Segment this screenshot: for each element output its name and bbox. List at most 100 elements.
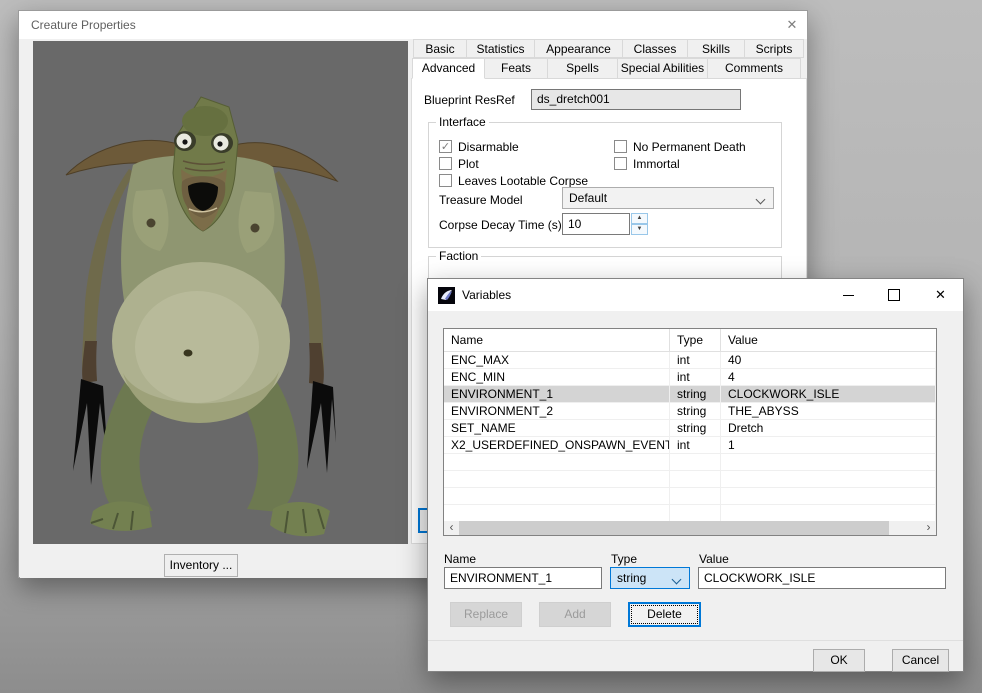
tab-classes[interactable]: Classes — [623, 39, 688, 58]
tab-scripts[interactable]: Scripts — [745, 39, 804, 58]
variables-window: Variables ✕ Name Type Value ENC_MAXint40… — [427, 278, 964, 672]
cell-type: string — [670, 386, 721, 402]
faction-group-label: Faction — [436, 249, 481, 263]
table-row-empty — [444, 505, 936, 522]
checkbox-col-2: No Permanent Death Immortal — [614, 138, 746, 172]
add-button[interactable]: Add — [539, 602, 611, 627]
checkbox-label: Immortal — [633, 157, 680, 171]
checkbox-immortal[interactable]: Immortal — [614, 155, 746, 172]
type-dropdown[interactable]: string — [610, 567, 690, 589]
treasure-model-value: Default — [569, 191, 607, 205]
table-row[interactable]: ENVIRONMENT_2stringTHE_ABYSS — [444, 403, 936, 420]
variables-table-body: ENC_MAXint40ENC_MINint4ENVIRONMENT_1stri… — [444, 352, 936, 522]
scrollbar-thumb[interactable] — [459, 521, 889, 535]
cell-value: THE_ABYSS — [721, 403, 936, 419]
type-field-label: Type — [611, 552, 637, 566]
cell-type: int — [670, 437, 721, 453]
variables-table[interactable]: Name Type Value ENC_MAXint40ENC_MINint4E… — [443, 328, 937, 536]
checkbox-no-permanent-death[interactable]: No Permanent Death — [614, 138, 746, 155]
close-icon[interactable]: ✕ — [783, 16, 801, 34]
checkbox-label: Leaves Lootable Corpse — [458, 174, 588, 188]
cell-value — [721, 488, 936, 504]
replace-button[interactable]: Replace — [450, 602, 522, 627]
close-icon: ✕ — [918, 279, 963, 311]
table-row[interactable]: SET_NAMEstringDretch — [444, 420, 936, 437]
inventory-button[interactable]: Inventory ... — [164, 554, 238, 577]
tab-spells[interactable]: Spells — [548, 58, 618, 79]
checkbox-box[interactable] — [439, 174, 452, 187]
minimize-icon — [843, 295, 854, 296]
tab-advanced[interactable]: Advanced — [412, 58, 485, 79]
cell-name — [444, 505, 670, 521]
checkbox-box[interactable] — [439, 157, 452, 170]
cell-type — [670, 454, 721, 470]
checkbox-box[interactable] — [614, 157, 627, 170]
scroll-left-icon[interactable]: ‹ — [444, 521, 459, 535]
minimize-button[interactable] — [826, 279, 871, 311]
tab-feats[interactable]: Feats — [485, 58, 548, 79]
blueprint-resref-field[interactable]: ds_dretch001 — [531, 89, 741, 110]
corpse-decay-spinner: ▲ ▼ — [631, 213, 648, 235]
checkbox-box[interactable]: ✓ — [439, 140, 452, 153]
footer-separator — [428, 640, 963, 641]
cell-type — [670, 488, 721, 504]
table-row-empty — [444, 471, 936, 488]
ok-button[interactable]: OK — [813, 649, 865, 672]
variables-titlebar[interactable]: Variables ✕ — [428, 279, 963, 311]
maximize-button[interactable] — [872, 279, 917, 311]
cell-value: CLOCKWORK_ISLE — [721, 386, 936, 402]
corpse-decay-input[interactable]: 10 — [562, 213, 630, 235]
table-row[interactable]: ENC_MINint4 — [444, 369, 936, 386]
checkbox-disarmable[interactable]: ✓Disarmable — [439, 138, 588, 155]
name-input[interactable]: ENVIRONMENT_1 — [444, 567, 602, 589]
tab-basic[interactable]: Basic — [413, 39, 467, 58]
table-row-empty — [444, 488, 936, 505]
window-title: Creature Properties — [31, 18, 136, 32]
cell-value: 1 — [721, 437, 936, 453]
column-header-value[interactable]: Value — [721, 329, 936, 351]
checkbox-col-1: ✓DisarmablePlot Leaves Lootable Corpse — [439, 138, 588, 189]
table-row[interactable]: ENC_MAXint40 — [444, 352, 936, 369]
creature-model-preview[interactable] — [33, 41, 408, 544]
cell-type: string — [670, 420, 721, 436]
checkbox-plot[interactable]: Plot — [439, 155, 588, 172]
corpse-decay-label: Corpse Decay Time (s) — [439, 218, 562, 232]
value-input[interactable]: CLOCKWORK_ISLE — [698, 567, 946, 589]
close-button[interactable]: ✕ — [918, 279, 963, 311]
checkbox-label: No Permanent Death — [633, 140, 746, 154]
name-field-label: Name — [444, 552, 476, 566]
tab-skills[interactable]: Skills — [688, 39, 745, 58]
horizontal-scrollbar[interactable]: ‹ › — [444, 521, 936, 535]
cell-name: ENVIRONMENT_2 — [444, 403, 670, 419]
treasure-model-label: Treasure Model — [439, 193, 523, 207]
tab-row-2: AdvancedFeatsSpellsSpecial AbilitiesComm… — [412, 58, 801, 79]
maximize-icon — [888, 289, 900, 301]
table-row-empty — [444, 454, 936, 471]
treasure-model-dropdown[interactable]: Default — [562, 187, 774, 209]
cell-type — [670, 505, 721, 521]
spin-down-icon[interactable]: ▼ — [631, 224, 648, 235]
table-row[interactable]: X2_USERDEFINED_ONSPAWN_EVENTSint1 — [444, 437, 936, 454]
column-header-name[interactable]: Name — [444, 329, 670, 351]
interface-groupbox: Interface ✓DisarmablePlotLeaves Lootable… — [428, 122, 782, 248]
tab-row-1: BasicStatisticsAppearanceClassesSkillsSc… — [413, 39, 804, 58]
spin-up-icon[interactable]: ▲ — [631, 213, 648, 224]
cell-name — [444, 488, 670, 504]
delete-button[interactable]: Delete — [628, 602, 701, 627]
tab-statistics[interactable]: Statistics — [467, 39, 535, 58]
cell-name: ENVIRONMENT_1 — [444, 386, 670, 402]
cell-name — [444, 454, 670, 470]
cancel-button[interactable]: Cancel — [892, 649, 949, 672]
cell-name: ENC_MAX — [444, 352, 670, 368]
cell-value: 4 — [721, 369, 936, 385]
scroll-right-icon[interactable]: › — [921, 521, 936, 535]
creature-properties-titlebar[interactable]: Creature Properties ✕ — [19, 11, 807, 39]
checkbox-box[interactable] — [614, 140, 627, 153]
tab-appearance[interactable]: Appearance — [535, 39, 623, 58]
column-header-type[interactable]: Type — [670, 329, 721, 351]
tab-comments[interactable]: Comments — [708, 58, 801, 79]
table-row[interactable]: ENVIRONMENT_1stringCLOCKWORK_ISLE — [444, 386, 936, 403]
value-field-label: Value — [699, 552, 729, 566]
cell-name — [444, 471, 670, 487]
tab-special-abilities[interactable]: Special Abilities — [618, 58, 708, 79]
